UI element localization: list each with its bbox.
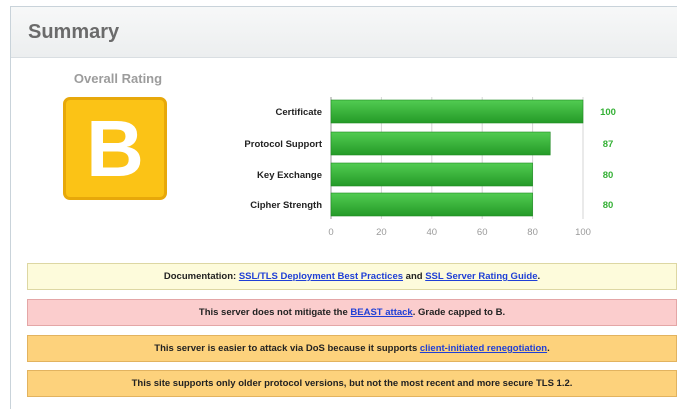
x-tick-label: 20 — [376, 227, 387, 238]
notice-text: . Grade capped to B. — [412, 307, 506, 318]
value-label: 100 — [600, 107, 616, 118]
notice-red: This server does not mitigate the BEAST … — [27, 299, 677, 326]
value-label: 80 — [603, 170, 614, 181]
notice-link[interactable]: SSL Server Rating Guide — [425, 271, 537, 282]
bar-cipher-strength — [330, 192, 533, 217]
bar-protocol-support — [330, 131, 551, 156]
notice-text: Documentation: — [163, 271, 239, 282]
category-label: Protocol Support — [244, 139, 322, 150]
bar-certificate — [330, 99, 584, 124]
x-tick-label: 0 — [328, 227, 333, 238]
notice-orange: This site supports only older protocol v… — [27, 370, 677, 397]
category-label: Cipher Strength — [250, 200, 322, 211]
category-label: Certificate — [276, 107, 322, 118]
x-tick-label: 80 — [527, 227, 538, 238]
notice-text: . — [547, 343, 550, 354]
bar-key-exchange — [330, 162, 533, 187]
value-label: 87 — [603, 139, 614, 150]
notice-link[interactable]: client-initiated renegotiation — [420, 343, 547, 354]
notice-yellow: Documentation: SSL/TLS Deployment Best P… — [27, 263, 677, 290]
notice-link[interactable]: SSL/TLS Deployment Best Practices — [239, 271, 403, 282]
x-tick-label: 100 — [575, 227, 591, 238]
notice-text: and — [403, 271, 426, 282]
notice-link[interactable]: BEAST attack — [350, 307, 412, 318]
category-label: Key Exchange — [257, 170, 322, 181]
value-label: 80 — [603, 200, 614, 211]
x-tick-label: 60 — [477, 227, 488, 238]
notice-text: . — [537, 271, 541, 282]
notice-text: This server does not mitigate the — [198, 307, 351, 318]
notice-orange: This server is easier to attack via DoS … — [27, 335, 677, 362]
notice-text: This site supports only older protocol v… — [131, 378, 573, 389]
notice-text: This server is easier to attack via DoS … — [154, 343, 420, 354]
x-tick-label: 40 — [427, 227, 438, 238]
